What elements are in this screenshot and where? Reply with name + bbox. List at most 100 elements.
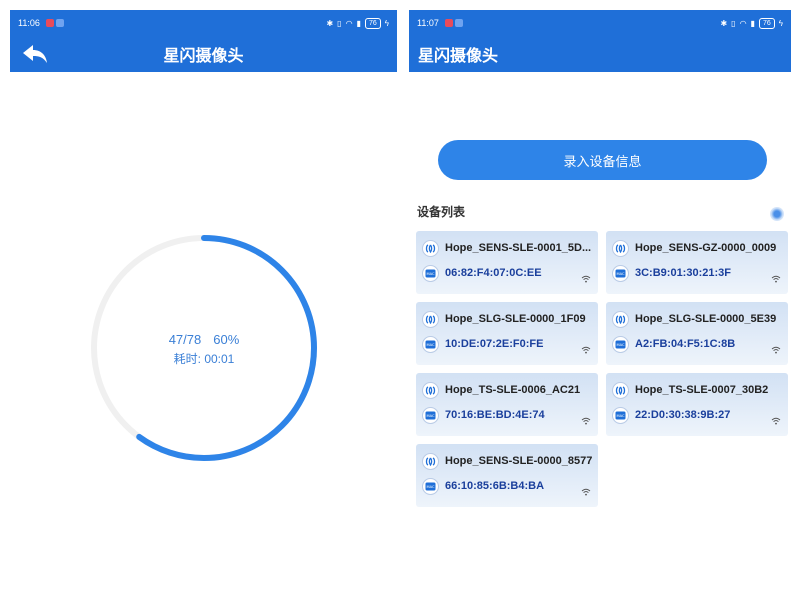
device-card[interactable]: Hope_SENS-GZ-0000_0009 MAC 3C:B9:01:30:21:…: [606, 231, 788, 294]
wifi-signal-icon: [771, 341, 781, 359]
mac-address-icon: MAC: [422, 264, 439, 282]
mac-address-icon: MAC: [422, 477, 439, 495]
sle-device-icon: [422, 310, 439, 328]
device-name-row: Hope_SLG-SLE-0000_1F09: [422, 310, 586, 328]
svg-text:MAC: MAC: [426, 485, 434, 489]
notification-icon: [444, 19, 453, 27]
wifi-signal-icon: [581, 483, 591, 501]
device-mac-row: MAC 3C:B9:01:30:21:3F: [612, 264, 731, 282]
vibrate-icon: ▯: [337, 18, 342, 28]
device-mac: 22:D0:30:38:9B:27: [635, 409, 731, 421]
device-name-row: Hope_SENS-SLE-0000_8577: [422, 452, 592, 470]
sle-device-icon: [612, 310, 629, 328]
device-card[interactable]: Hope_SENS-SLE-0000_8577 MAC 66:10:85:6B:B4…: [416, 444, 598, 507]
device-name: Hope_SLG-SLE-0000_1F09: [445, 313, 586, 325]
status-icons: ✱ ▯ ◠ ▮ 76 ϟ: [326, 17, 389, 29]
back-button[interactable]: [10, 36, 60, 72]
progress-screen: 11:06 ✱ ▯ ◠ ▮ 76 ϟ 星闪摄像头 47/78 60% 耗时: 00…: [10, 10, 397, 595]
sle-device-icon: [422, 381, 439, 399]
charging-icon: ϟ: [384, 18, 389, 28]
back-arrow-icon: [23, 45, 47, 63]
elapsed-value: 00:01: [204, 352, 235, 366]
svg-text:MAC: MAC: [616, 272, 624, 276]
app-title: 星闪摄像头: [163, 48, 244, 65]
mac-address-icon: MAC: [422, 335, 439, 353]
refresh-icon[interactable]: [770, 207, 784, 221]
notification-icon: [45, 19, 54, 27]
device-name: Hope_TS-SLE-0006_AC21: [445, 384, 581, 396]
battery-icon: 76: [758, 17, 775, 29]
status-icons: ✱ ▯ ◠ ▮ 76 ϟ: [720, 17, 783, 29]
device-card[interactable]: Hope_SENS-SLE-0001_5D... MAC 06:82:F4:07:0…: [416, 231, 598, 294]
app-title: 星闪摄像头: [418, 48, 499, 65]
notification-icon: [55, 19, 64, 27]
device-mac-row: MAC 66:10:85:6B:B4:BA: [422, 477, 544, 495]
device-name: Hope_SENS-SLE-0001_5D...: [445, 242, 592, 254]
device-name-row: Hope_SENS-SLE-0001_5D...: [422, 239, 591, 257]
svg-text:MAC: MAC: [426, 343, 434, 347]
device-mac-row: MAC A2:FB:04:F5:1C:8B: [612, 335, 735, 353]
device-name-row: Hope_TS-SLE-0007_30B2: [612, 381, 768, 399]
device-card[interactable]: Hope_TS-SLE-0006_AC21 MAC 70:16:BE:BD:4E:7…: [416, 373, 598, 436]
mac-address-icon: MAC: [612, 406, 629, 424]
sle-device-icon: [612, 239, 629, 257]
device-name: Hope_TS-SLE-0007_30B2: [635, 384, 769, 396]
device-list-title: 设备列表: [417, 205, 466, 219]
wifi-signal-icon: [581, 412, 591, 430]
mac-address-icon: MAC: [612, 264, 629, 282]
device-card[interactable]: Hope_SLG-SLE-0000_5E39 MAC A2:FB:04:F5:1C:…: [606, 302, 788, 365]
svg-text:MAC: MAC: [616, 414, 624, 418]
svg-text:MAC: MAC: [426, 272, 434, 276]
app-bar: 星闪摄像头: [409, 36, 791, 72]
device-card[interactable]: Hope_TS-SLE-0007_30B2 MAC 22:D0:30:38:9B:2…: [606, 373, 788, 436]
mac-address-icon: MAC: [422, 406, 439, 424]
charging-icon: ϟ: [778, 18, 783, 28]
device-mac-row: MAC 70:16:BE:BD:4E:74: [422, 406, 545, 424]
device-name-row: Hope_SENS-GZ-0000_0009: [612, 239, 776, 257]
device-name: Hope_SENS-GZ-0000_0009: [635, 242, 777, 254]
device-mac-row: MAC 10:DE:07:2E:F0:FE: [422, 335, 543, 353]
progress-info: 47/78 60% 耗时: 00:01: [88, 332, 320, 367]
progress-count: 47/78: [168, 332, 202, 347]
bluetooth-icon: ✱: [720, 18, 728, 28]
status-time: 11:06: [18, 18, 40, 28]
vibrate-icon: ▯: [731, 18, 736, 28]
sle-device-icon: [422, 452, 439, 470]
device-name: Hope_SLG-SLE-0000_5E39: [635, 313, 777, 325]
device-mac: 10:DE:07:2E:F0:FE: [445, 338, 544, 350]
status-bar: 11:06 ✱ ▯ ◠ ▮ 76 ϟ: [10, 10, 397, 36]
app-bar: 星闪摄像头: [10, 36, 397, 72]
battery-icon: 76: [364, 17, 381, 29]
wifi-icon: ◠: [345, 18, 353, 28]
wifi-signal-icon: [771, 412, 781, 430]
device-mac: A2:FB:04:F5:1C:8B: [635, 338, 736, 350]
elapsed-label: 耗时:: [173, 352, 201, 366]
notification-icon: [454, 19, 463, 27]
sle-device-icon: [612, 381, 629, 399]
device-name-row: Hope_TS-SLE-0006_AC21: [422, 381, 580, 399]
wifi-signal-icon: [581, 341, 591, 359]
device-card[interactable]: Hope_SLG-SLE-0000_1F09 MAC 10:DE:07:2E:F0:…: [416, 302, 598, 365]
wifi-signal-icon: [771, 270, 781, 288]
device-mac: 3C:B9:01:30:21:3F: [635, 267, 731, 279]
svg-text:MAC: MAC: [426, 414, 434, 418]
enroll-device-button[interactable]: 录入设备信息: [438, 140, 767, 180]
status-time: 11:07: [417, 18, 439, 28]
device-mac: 66:10:85:6B:B4:BA: [445, 480, 545, 492]
device-mac-row: MAC 06:82:F4:07:0C:EE: [422, 264, 542, 282]
device-list-screen: 11:07 ✱ ▯ ◠ ▮ 76 ϟ 星闪摄像头 录入设备信息 设备列表 Hop…: [409, 10, 791, 595]
sle-device-icon: [422, 239, 439, 257]
sim-icon: ▮: [356, 18, 361, 28]
sim-icon: ▮: [750, 18, 755, 28]
wifi-signal-icon: [581, 270, 591, 288]
progress-percent: 60%: [213, 332, 240, 347]
device-name: Hope_SENS-SLE-0000_8577: [445, 455, 593, 467]
mac-address-icon: MAC: [612, 335, 629, 353]
status-bar: 11:07 ✱ ▯ ◠ ▮ 76 ϟ: [409, 10, 791, 36]
device-mac-row: MAC 22:D0:30:38:9B:27: [612, 406, 730, 424]
bluetooth-icon: ✱: [326, 18, 334, 28]
svg-text:MAC: MAC: [616, 343, 624, 347]
device-mac: 06:82:F4:07:0C:EE: [445, 267, 542, 279]
wifi-icon: ◠: [739, 18, 747, 28]
device-mac: 70:16:BE:BD:4E:74: [445, 409, 545, 421]
